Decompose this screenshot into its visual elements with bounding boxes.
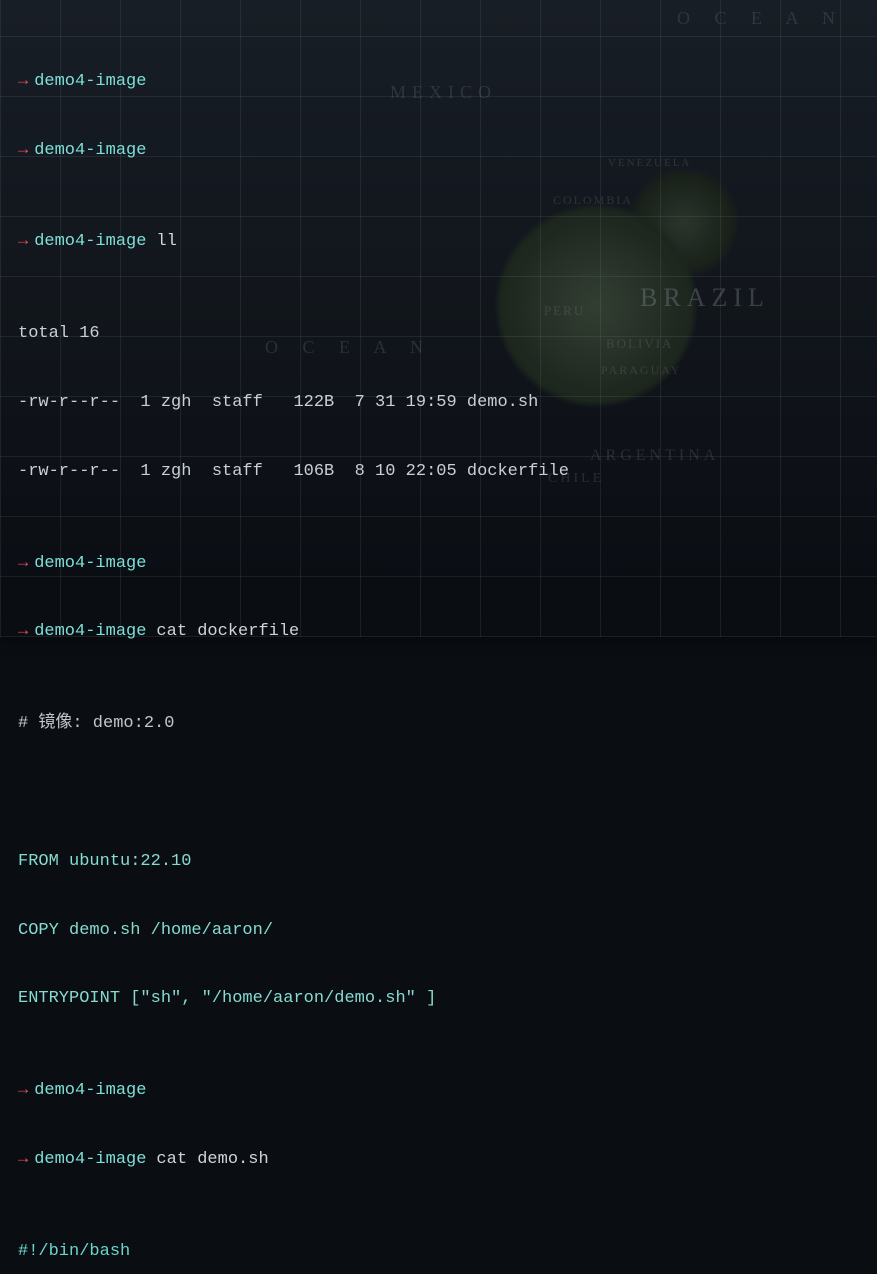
dockerfile-entry: ENTRYPOINT ["sh", "/home/aaron/demo.sh" … <box>18 988 877 1011</box>
prompt-line[interactable]: → demo4-image <box>18 1080 877 1103</box>
prompt-cwd: demo4-image <box>34 72 146 91</box>
command-text: cat dockerfile <box>156 622 299 641</box>
dockerfile-comment: # 镜像: demo:2.0 <box>18 713 877 736</box>
ls-output-row: -rw-r--r-- 1 zgh staff 122B 7 31 19:59 d… <box>18 392 877 415</box>
dockerfile-from: FROM ubuntu:22.10 <box>18 851 877 874</box>
prompt-cwd: demo4-image <box>34 1081 146 1100</box>
arrow-icon: → <box>18 141 28 160</box>
prompt-line[interactable]: → demo4-image <box>18 553 877 576</box>
arrow-icon: → <box>18 622 28 641</box>
ls-output-total: total 16 <box>18 323 877 346</box>
arrow-icon: → <box>18 1081 28 1100</box>
prompt-cwd: demo4-image <box>34 622 146 641</box>
arrow-icon: → <box>18 554 28 573</box>
dockerfile-copy: COPY demo.sh /home/aaron/ <box>18 920 877 943</box>
prompt-line[interactable]: → demo4-image <box>18 71 877 94</box>
prompt-cwd: demo4-image <box>34 1150 146 1169</box>
arrow-icon: → <box>18 232 28 251</box>
prompt-line[interactable]: → demo4-image <box>18 140 877 163</box>
prompt-cwd: demo4-image <box>34 554 146 573</box>
arrow-icon: → <box>18 72 28 91</box>
prompt-cwd: demo4-image <box>34 232 146 251</box>
dockerfile-blank <box>18 782 877 805</box>
prompt-cwd: demo4-image <box>34 141 146 160</box>
command-text: ll <box>156 232 176 251</box>
prompt-line[interactable]: → demo4-image cat demo.sh <box>18 1149 877 1172</box>
prompt-line[interactable]: → demo4-image cat dockerfile <box>18 621 877 644</box>
demo-sh-line: #!/bin/bash <box>18 1241 877 1264</box>
arrow-icon: → <box>18 1150 28 1169</box>
terminal-window[interactable]: → demo4-image → demo4-image → demo4-image ll… <box>0 0 877 637</box>
command-text: cat demo.sh <box>156 1150 268 1169</box>
prompt-line[interactable]: → demo4-image ll <box>18 231 877 254</box>
ls-output-row: -rw-r--r-- 1 zgh staff 106B 8 10 22:05 d… <box>18 461 877 484</box>
